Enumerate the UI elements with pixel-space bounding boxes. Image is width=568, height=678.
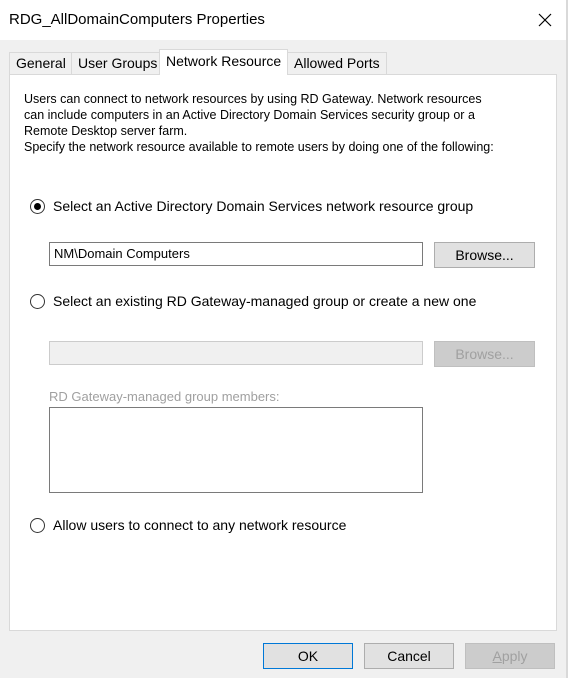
rdg-group-field[interactable] bbox=[49, 341, 423, 365]
window-title: RDG_AllDomainComputers Properties bbox=[9, 11, 265, 28]
title-bar: RDG_AllDomainComputers Properties bbox=[0, 0, 568, 40]
intro-line: can include computers in an Active Direc… bbox=[24, 108, 475, 122]
option-ad-group-label: Select an Active Directory Domain Servic… bbox=[53, 198, 474, 214]
option-rdg-group-label: Select an existing RD Gateway-managed gr… bbox=[53, 293, 477, 309]
intro-line: Remote Desktop server farm. bbox=[24, 124, 188, 138]
tab-allowed-ports[interactable]: Allowed Ports bbox=[287, 52, 387, 74]
tab-label: General bbox=[16, 55, 66, 71]
ok-button[interactable]: OK bbox=[263, 643, 353, 669]
intro-text: Users can connect to network resources b… bbox=[24, 91, 544, 155]
tab-panel-network-resource: Users can connect to network resources b… bbox=[9, 74, 557, 631]
apply-mnemonic: A bbox=[492, 648, 502, 664]
tab-user-groups[interactable]: User Groups bbox=[71, 52, 165, 74]
radio-rdg-group[interactable] bbox=[30, 293, 45, 309]
tab-label: Network Resource bbox=[166, 53, 282, 69]
tab-label: User Groups bbox=[78, 55, 158, 71]
tab-label: Allowed Ports bbox=[294, 55, 380, 71]
tab-general[interactable]: General bbox=[9, 52, 73, 74]
close-button[interactable] bbox=[522, 0, 568, 40]
option-ad-group[interactable]: Select an Active Directory Domain Servic… bbox=[30, 198, 473, 214]
close-icon bbox=[538, 13, 552, 27]
radio-ad-group[interactable] bbox=[30, 198, 45, 214]
cancel-button[interactable]: Cancel bbox=[364, 643, 454, 669]
tab-network-resource[interactable]: Network Resource bbox=[159, 49, 289, 75]
option-rdg-group[interactable]: Select an existing RD Gateway-managed gr… bbox=[30, 293, 476, 309]
dialog-body: General User Groups Network Resource All… bbox=[0, 40, 566, 678]
browse-rdg-button[interactable]: Browse... bbox=[434, 341, 535, 367]
browse-ad-button[interactable]: Browse... bbox=[434, 242, 535, 268]
intro-line: Specify the network resource available t… bbox=[24, 140, 494, 154]
apply-button[interactable]: Apply bbox=[465, 643, 555, 669]
rdg-members-list[interactable] bbox=[49, 407, 423, 493]
radio-any-resource[interactable] bbox=[30, 517, 45, 533]
apply-label-rest: pply bbox=[501, 648, 528, 664]
ad-group-field[interactable]: NM\Domain Computers bbox=[49, 242, 423, 266]
rdg-members-label: RD Gateway-managed group members: bbox=[49, 389, 280, 404]
intro-line: Users can connect to network resources b… bbox=[24, 92, 482, 106]
option-any-resource-label: Allow users to connect to any network re… bbox=[53, 517, 347, 533]
option-any-resource[interactable]: Allow users to connect to any network re… bbox=[30, 517, 346, 533]
